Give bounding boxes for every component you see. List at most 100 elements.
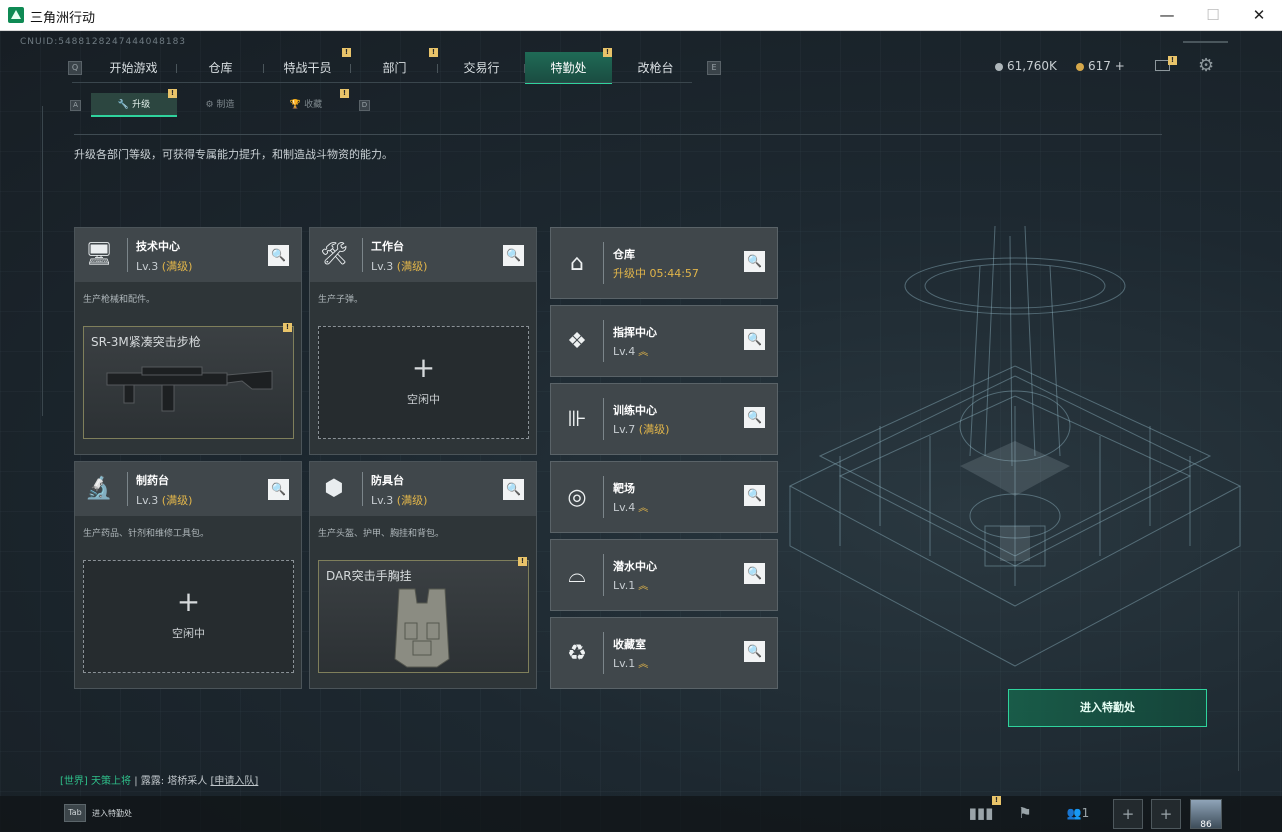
main-tab-3[interactable]: 部门! xyxy=(351,48,438,84)
main-tab-6[interactable]: 改枪台 xyxy=(612,52,699,84)
chat-sender[interactable]: 天策上将 xyxy=(91,776,131,787)
facility-divider xyxy=(603,632,604,674)
main-tab-label: 开始游戏 xyxy=(109,61,158,75)
nav-next-key[interactable]: E xyxy=(707,61,721,75)
search-icon[interactable]: 🔍 xyxy=(268,479,289,500)
main-tab-2[interactable]: 特战干员! xyxy=(264,48,351,84)
facility-title: 潜水中心 xyxy=(613,560,657,573)
production-slot-idle[interactable]: + 空闲中 xyxy=(318,326,529,439)
main-tabs: 开始游戏 仓库 特战干员! 部门! 交易行 特勤处! 改枪台 xyxy=(90,48,699,84)
search-icon[interactable]: 🔍 xyxy=(503,245,524,266)
tab-key-label: 进入特勤处 xyxy=(92,809,132,818)
facility-card[interactable]: ⌓ 潜水中心 Lv.1 ︽ 🔍 xyxy=(550,539,778,611)
workshop-card[interactable]: ⬢ 防具台 Lv.3 (满级) 🔍 生产头盔、护甲、胸挂和背包。 DAR突击手胸挂! xyxy=(309,461,537,689)
sub-tab-icon: 🏆 xyxy=(289,100,302,110)
workshop-card[interactable]: 🔬 制药台 Lv.3 (满级) 🔍 生产药品、针剂和维修工具包。 + 空闲中 xyxy=(74,461,302,689)
coin-icon xyxy=(995,62,1003,71)
search-icon[interactable]: 🔍 xyxy=(744,407,765,428)
target-icon: ◎ xyxy=(567,485,587,510)
main-tab-5[interactable]: 特勤处! xyxy=(525,48,612,84)
settings-gear-icon[interactable]: ⚙ xyxy=(1198,55,1214,76)
invite-slot-2-button[interactable]: + xyxy=(1151,799,1181,829)
workshop-card[interactable]: 🖥 技术中心 Lv.3 (满级) 🔍 生产枪械和配件。 SR-3M紧凑突击步枪! xyxy=(74,227,302,455)
main-tab-label: 仓库 xyxy=(208,61,233,75)
main-tab-4[interactable]: 交易行 xyxy=(438,52,525,84)
search-icon[interactable]: 🔍 xyxy=(744,329,765,350)
sub-tab-alert-badge: ! xyxy=(168,89,177,98)
upgrade-available-icon: ︽ xyxy=(638,659,649,670)
warehouse-icon: ⌂ xyxy=(570,251,584,276)
friends-button[interactable]: 👥1 xyxy=(1058,799,1098,829)
search-icon[interactable]: 🔍 xyxy=(744,485,765,506)
facility-level: Lv.4 ︽ xyxy=(613,343,648,358)
facility-card[interactable]: ⊪ 训练中心 Lv.7 (满级) 🔍 xyxy=(550,383,778,455)
search-icon[interactable]: 🔍 xyxy=(268,245,289,266)
chat-line[interactable]: [世界] 天策上将 | 露露: 塔桥采人 [申请入队] xyxy=(60,772,258,787)
sub-tabs: 🔧 升级! ⚙ 制造 🏆 收藏! xyxy=(91,89,349,117)
maximize-button[interactable]: ☐ xyxy=(1190,0,1236,31)
command-center-icon: ❖ xyxy=(567,329,587,354)
workshop-description: 生产枪械和配件。 xyxy=(83,295,156,305)
main-tab-1[interactable]: 仓库 xyxy=(177,52,264,84)
workshop-title: 防具台 xyxy=(371,474,404,487)
tab-alert-badge: ! xyxy=(342,48,351,57)
workshop-level: Lv.3 (满级) xyxy=(371,492,427,508)
facility-card[interactable]: ◎ 靶场 Lv.4 ︽ 🔍 xyxy=(550,461,778,533)
search-icon[interactable]: 🔍 xyxy=(744,563,765,584)
facility-card[interactable]: ❖ 指挥中心 Lv.4 ︽ 🔍 xyxy=(550,305,778,377)
token-add-icon[interactable]: + xyxy=(1115,59,1125,73)
subnav-next-key[interactable]: D xyxy=(359,99,370,111)
apply-join-link[interactable]: [申请入队] xyxy=(211,776,259,787)
description-divider xyxy=(74,134,1162,135)
chat-separator: | xyxy=(134,776,138,787)
chat-user[interactable]: 露露 xyxy=(141,776,161,787)
max-level-tag: (满级) xyxy=(396,260,428,273)
workshop-title: 制药台 xyxy=(136,474,169,487)
flag-icon[interactable]: ⚑ xyxy=(1010,799,1040,829)
dar-chest-rig-image xyxy=(394,588,450,668)
workshop-header: ⬢ 防具台 Lv.3 (满级) 🔍 xyxy=(310,462,536,516)
upgrade-available-icon: ︽ xyxy=(638,347,649,358)
tab-key-hint[interactable]: Tab xyxy=(64,804,86,822)
search-icon[interactable]: 🔍 xyxy=(744,251,765,272)
production-slot-filled[interactable]: DAR突击手胸挂! xyxy=(318,557,529,673)
main-tab-label: 特勤处 xyxy=(550,61,587,75)
enter-special-service-button[interactable]: 进入特勤处 xyxy=(1008,689,1207,727)
production-slot-filled[interactable]: SR-3M紧凑突击步枪! xyxy=(83,323,294,439)
sub-tab-label: 收藏 xyxy=(304,100,323,110)
workshop-description: 生产头盔、护甲、胸挂和背包。 xyxy=(318,529,445,539)
header-divider xyxy=(127,238,128,272)
player-avatar[interactable]: 86 xyxy=(1190,799,1222,830)
main-tab-0[interactable]: 开始游戏 xyxy=(90,52,177,84)
produced-item-name: DAR突击手胸挂 xyxy=(326,569,412,583)
level-value: Lv.4 xyxy=(613,345,636,358)
token-balance[interactable]: 617 + xyxy=(1076,59,1125,73)
facility-divider xyxy=(603,320,604,362)
level-value: Lv.3 xyxy=(136,260,159,273)
microscope-icon: 🔬 xyxy=(85,476,113,501)
invite-slot-1-button[interactable]: + xyxy=(1113,799,1143,829)
sub-tab-0[interactable]: 🔧 升级! xyxy=(91,89,177,117)
search-icon[interactable]: 🔍 xyxy=(744,641,765,662)
facility-level: Lv.7 (满级) xyxy=(613,421,669,437)
production-slot-idle[interactable]: + 空闲中 xyxy=(83,560,294,673)
nav-prev-key[interactable]: Q xyxy=(68,61,82,75)
tools-icon: 🛠 xyxy=(320,242,348,267)
close-button[interactable]: ✕ xyxy=(1236,0,1282,31)
facility-card[interactable]: ⌂ 仓库 升级中 05:44:57 🔍 xyxy=(550,227,778,299)
facility-level: Lv.1 ︽ xyxy=(613,577,648,592)
sub-tab-2[interactable]: 🏆 收藏! xyxy=(263,89,349,117)
sub-tab-1[interactable]: ⚙ 制造 xyxy=(177,93,263,117)
workshop-card[interactable]: 🛠 工作台 Lv.3 (满级) 🔍 生产子弹。 + 空闲中 xyxy=(309,227,537,455)
main-tab-label: 交易行 xyxy=(463,61,500,75)
search-icon[interactable]: 🔍 xyxy=(503,479,524,500)
chat-message: 塔桥采人 xyxy=(167,776,208,787)
facility-card[interactable]: ♻ 收藏室 Lv.1 ︽ 🔍 xyxy=(550,617,778,689)
subnav-prev-key[interactable]: A xyxy=(70,99,81,111)
dive-mask-icon: ⌓ xyxy=(568,563,586,588)
window-title: 三角洲行动 xyxy=(30,11,96,26)
minimize-button[interactable]: — xyxy=(1144,0,1190,31)
app-logo-icon xyxy=(8,7,24,23)
level-value: Lv.1 xyxy=(613,579,636,592)
slot-alert-badge: ! xyxy=(518,557,527,566)
